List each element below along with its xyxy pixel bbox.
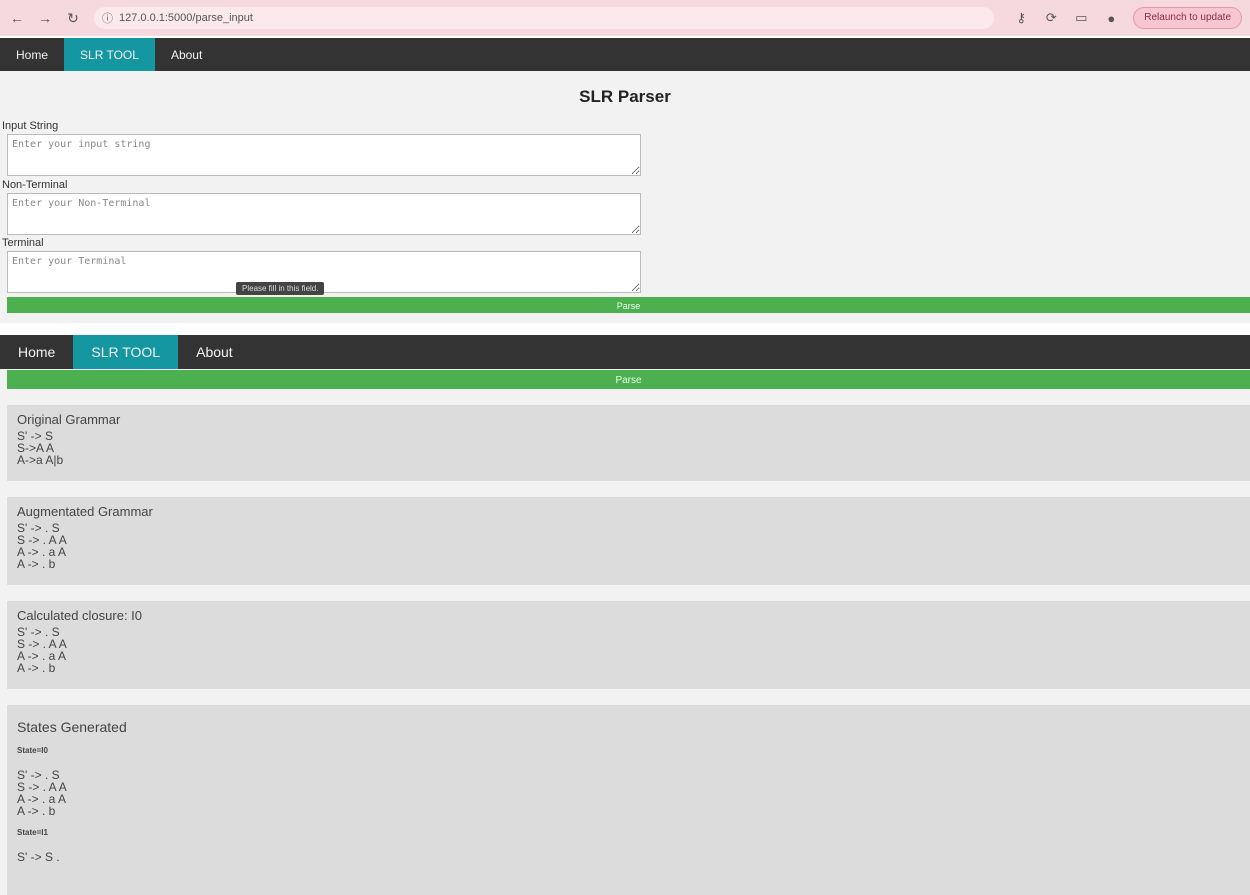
grammar-line: S' -> S bbox=[17, 429, 53, 443]
section-heading: Augmentated Grammar bbox=[17, 504, 153, 519]
results-navigation: Home SLR TOOL About bbox=[0, 335, 1250, 369]
states-section: States Generated State=I0 S' -> . S S ->… bbox=[7, 705, 1250, 895]
nav-slr-tool[interactable]: SLR TOOL bbox=[73, 335, 179, 369]
parse-button[interactable]: Parse bbox=[7, 370, 1250, 389]
nav-about[interactable]: About bbox=[155, 38, 218, 71]
grammar-line: A -> . b bbox=[17, 557, 56, 571]
terminal-label: Terminal bbox=[2, 237, 44, 249]
section-heading: States Generated bbox=[17, 719, 127, 735]
results-page: Parse Original Grammar S' -> S S->A A A-… bbox=[0, 369, 1250, 895]
key-icon[interactable]: ⚷ bbox=[1013, 10, 1029, 26]
grammar-line: A -> . a A bbox=[17, 545, 67, 559]
browser-toolbar: ← → ↻ ⓘ 127.0.0.1:5000/parse_input ⚷ ⟳ ▭… bbox=[0, 0, 1250, 36]
grammar-line: S' -> . S bbox=[17, 768, 60, 782]
sidepanel-icon[interactable]: ▭ bbox=[1073, 10, 1089, 26]
address-bar[interactable]: ⓘ 127.0.0.1:5000/parse_input bbox=[94, 7, 994, 29]
top-navigation: Home SLR TOOL About bbox=[0, 38, 1250, 71]
augmented-grammar-section: Augmentated Grammar S' -> . S S -> . A A… bbox=[7, 497, 1250, 585]
input-string-field[interactable] bbox=[7, 134, 641, 176]
back-icon[interactable]: ← bbox=[6, 7, 28, 29]
nav-slr-tool[interactable]: SLR TOOL bbox=[64, 38, 155, 71]
section-heading: Original Grammar bbox=[17, 412, 121, 427]
page-separator bbox=[0, 323, 1250, 335]
extension-icon[interactable]: ⟳ bbox=[1043, 10, 1059, 26]
grammar-line: S' -> . S bbox=[17, 625, 60, 639]
forward-icon[interactable]: → bbox=[34, 7, 56, 29]
grammar-line: S' -> . S bbox=[17, 521, 60, 535]
grammar-line: S -> . A A bbox=[17, 637, 67, 651]
grammar-line: A->a A|b bbox=[17, 453, 64, 467]
grammar-line: S->A A bbox=[17, 441, 55, 455]
grammar-line: A -> . a A bbox=[17, 792, 67, 806]
validation-tooltip: Please fill in this field. bbox=[236, 282, 325, 295]
grammar-line: A -> . b bbox=[17, 804, 56, 818]
grammar-line: S -> . A A bbox=[17, 780, 67, 794]
input-string-label: Input String bbox=[2, 120, 59, 132]
grammar-line: A -> . b bbox=[17, 661, 56, 675]
site-info-icon[interactable]: ⓘ bbox=[102, 10, 113, 26]
url-text: 127.0.0.1:5000/parse_input bbox=[119, 12, 253, 24]
parser-form: SLR Parser Input String Non-Terminal Ter… bbox=[0, 71, 1250, 323]
state-label: State=I0 bbox=[17, 746, 48, 755]
nonterminal-label: Non-Terminal bbox=[2, 179, 68, 191]
nav-home[interactable]: Home bbox=[0, 38, 64, 71]
nav-home[interactable]: Home bbox=[0, 335, 73, 369]
closure-section: Calculated closure: I0 S' -> . S S -> . … bbox=[7, 601, 1250, 689]
reload-icon[interactable]: ↻ bbox=[62, 7, 84, 29]
original-grammar-section: Original Grammar S' -> S S->A A A->a A|b bbox=[7, 405, 1250, 481]
grammar-line: S' -> S . bbox=[17, 850, 60, 864]
nonterminal-field[interactable] bbox=[7, 193, 641, 235]
relaunch-button[interactable]: Relaunch to update bbox=[1133, 7, 1242, 29]
state-label: State=I1 bbox=[17, 828, 48, 837]
page-title: SLR Parser bbox=[579, 87, 671, 106]
nav-about[interactable]: About bbox=[178, 335, 251, 369]
profile-icon[interactable]: ● bbox=[1103, 11, 1119, 26]
section-heading: Calculated closure: I0 bbox=[17, 608, 143, 623]
grammar-line: A -> . a A bbox=[17, 649, 67, 663]
grammar-line: S -> . A A bbox=[17, 533, 67, 547]
parse-button[interactable]: Parse bbox=[7, 297, 1250, 313]
